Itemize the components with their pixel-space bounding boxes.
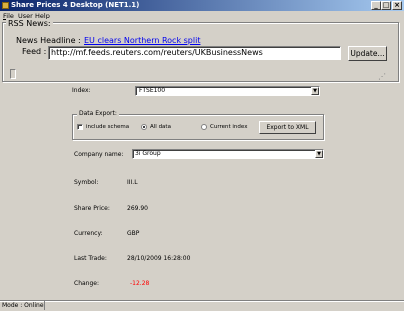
last-trade-label: Last Trade: <box>74 255 107 262</box>
resize-grip-icon[interactable]: ⋰ <box>378 72 387 81</box>
symbol-value: III.L <box>127 179 138 186</box>
rss-scrollbar[interactable] <box>10 69 16 79</box>
update-button[interactable]: Update... <box>348 46 387 61</box>
app-icon <box>2 2 9 9</box>
company-value: 3i Group <box>135 150 161 157</box>
window-title: Share Prices 4 Desktop (NET1.1) <box>11 1 140 9</box>
status-mode: Mode : Online <box>2 302 44 309</box>
company-select[interactable]: 3i Group ▼ <box>132 149 324 159</box>
close-button[interactable]: × <box>392 1 402 10</box>
export-group-label: Data Export: <box>77 110 119 117</box>
status-separator <box>44 301 45 310</box>
current-index-label: Current index <box>210 124 248 130</box>
feed-url-input[interactable]: http://mf.feeds.reuters.com/reuters/UKBu… <box>48 46 341 60</box>
headline-link[interactable]: EU clears Northern Rock split <box>84 36 200 45</box>
title-bar[interactable]: Share Prices 4 Desktop (NET1.1) _ □ × <box>0 0 404 11</box>
price-value: 269.90 <box>127 205 148 212</box>
last-trade-value: 28/10/2009 16:28:00 <box>127 255 191 262</box>
include-schema-checkbox[interactable] <box>77 124 83 130</box>
menu-bar: File User Help <box>0 11 404 21</box>
currency-value: GBP <box>127 230 140 237</box>
change-label: Change: <box>74 280 99 287</box>
index-value: FTSE100 <box>139 87 166 94</box>
all-data-label: All data <box>150 124 171 130</box>
price-label: Share Price: <box>74 205 110 212</box>
company-label: Company name: <box>74 151 124 158</box>
index-select[interactable]: FTSE100 ▼ <box>135 86 320 96</box>
feed-label: Feed : <box>22 47 47 56</box>
index-label: Index: <box>72 87 91 94</box>
export-xml-button[interactable]: Export to XML <box>259 121 316 134</box>
chevron-down-icon[interactable]: ▼ <box>315 150 323 158</box>
chevron-down-icon[interactable]: ▼ <box>311 87 319 95</box>
current-index-radio[interactable] <box>201 124 207 130</box>
headline-label: News Headline : <box>16 36 81 45</box>
minimize-button[interactable]: _ <box>371 1 381 10</box>
change-value: -12.28 <box>130 280 150 287</box>
rss-group-label: RSS News: <box>6 19 53 28</box>
currency-label: Currency: <box>74 230 103 237</box>
include-schema-label: include schema <box>86 124 130 130</box>
status-bar <box>0 300 404 311</box>
maximize-button[interactable]: □ <box>381 1 391 10</box>
symbol-label: Symbol: <box>74 179 99 186</box>
all-data-radio[interactable] <box>141 124 147 130</box>
